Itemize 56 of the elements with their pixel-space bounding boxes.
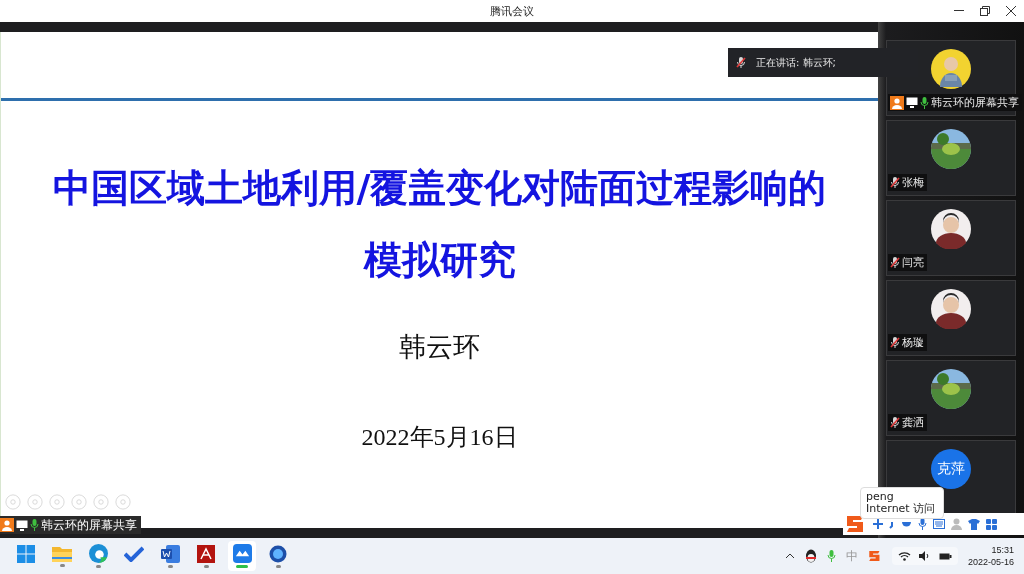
participant-tile[interactable]: 闫亮 — [886, 200, 1016, 276]
microphone-icon — [736, 57, 746, 68]
close-icon — [1006, 6, 1016, 16]
microphone-icon — [920, 96, 929, 109]
slide-title: 中国区域土地利用/覆盖变化对陆面过程影响的 — [52, 169, 827, 207]
muted-mic-icon — [890, 417, 900, 428]
close-button[interactable] — [1004, 4, 1018, 18]
slide-author: 韩云环 — [399, 330, 480, 364]
avatar: 克萍 — [931, 449, 971, 489]
participant-name: 杨璇 — [902, 335, 924, 350]
shirt-icon[interactable] — [968, 518, 980, 530]
user-icon — [890, 95, 904, 110]
restore-button[interactable] — [978, 4, 992, 18]
keyboard-icon[interactable] — [933, 519, 945, 529]
screen-share-icon — [16, 519, 28, 531]
participant-tile[interactable]: 杨璇 — [886, 280, 1016, 356]
windows-icon — [17, 544, 35, 563]
globe-icon — [269, 544, 287, 563]
clock[interactable]: 15:31 2022-05-16 — [967, 544, 1014, 568]
minimize-icon — [954, 10, 964, 12]
ime-logo-icon[interactable] — [867, 549, 882, 563]
pdf-icon — [197, 544, 215, 563]
grid-icon[interactable] — [986, 518, 997, 530]
share-text: 韩云环的屏幕共享 — [41, 516, 137, 534]
microphone-icon — [30, 519, 39, 531]
participant-name: 张梅 — [902, 175, 924, 190]
comma-icon[interactable] — [889, 519, 895, 529]
muted-mic-icon — [890, 177, 900, 188]
participant-name: 龚洒 — [902, 415, 924, 430]
chevron-up-icon[interactable] — [784, 553, 795, 559]
taskbar-app[interactable] — [228, 541, 256, 571]
muted-mic-icon — [890, 257, 900, 268]
folder-icon — [52, 545, 72, 562]
restore-icon — [980, 6, 990, 16]
checkmark-icon — [124, 545, 144, 562]
slide-title: 模拟研究 — [363, 241, 516, 279]
quick-settings[interactable] — [891, 547, 958, 565]
speaking-text: 正在讲话: 韩云环; — [756, 55, 836, 70]
microphone-icon — [826, 550, 836, 562]
battery-icon — [938, 551, 952, 561]
browser-icon — [88, 544, 108, 563]
user-icon — [0, 518, 14, 532]
plus-icon[interactable] — [873, 519, 883, 529]
meeting-icon — [232, 544, 252, 563]
wifi-icon — [897, 551, 911, 561]
slide-date: 2022年5月16日 — [361, 423, 518, 452]
participant-tile[interactable]: 龚洒 — [886, 360, 1016, 436]
speaker-icon — [918, 551, 931, 561]
participant-name: 韩云环的屏幕共享 — [931, 95, 1019, 110]
muted-mic-icon — [890, 337, 900, 348]
document-icon — [160, 544, 180, 563]
voice-input-icon — [918, 518, 927, 530]
participant-tile[interactable]: 张梅 — [886, 120, 1016, 196]
screen-share-icon — [906, 97, 918, 108]
window-title: 腾讯会议 — [490, 3, 534, 19]
participant-name: 闫亮 — [902, 255, 924, 270]
